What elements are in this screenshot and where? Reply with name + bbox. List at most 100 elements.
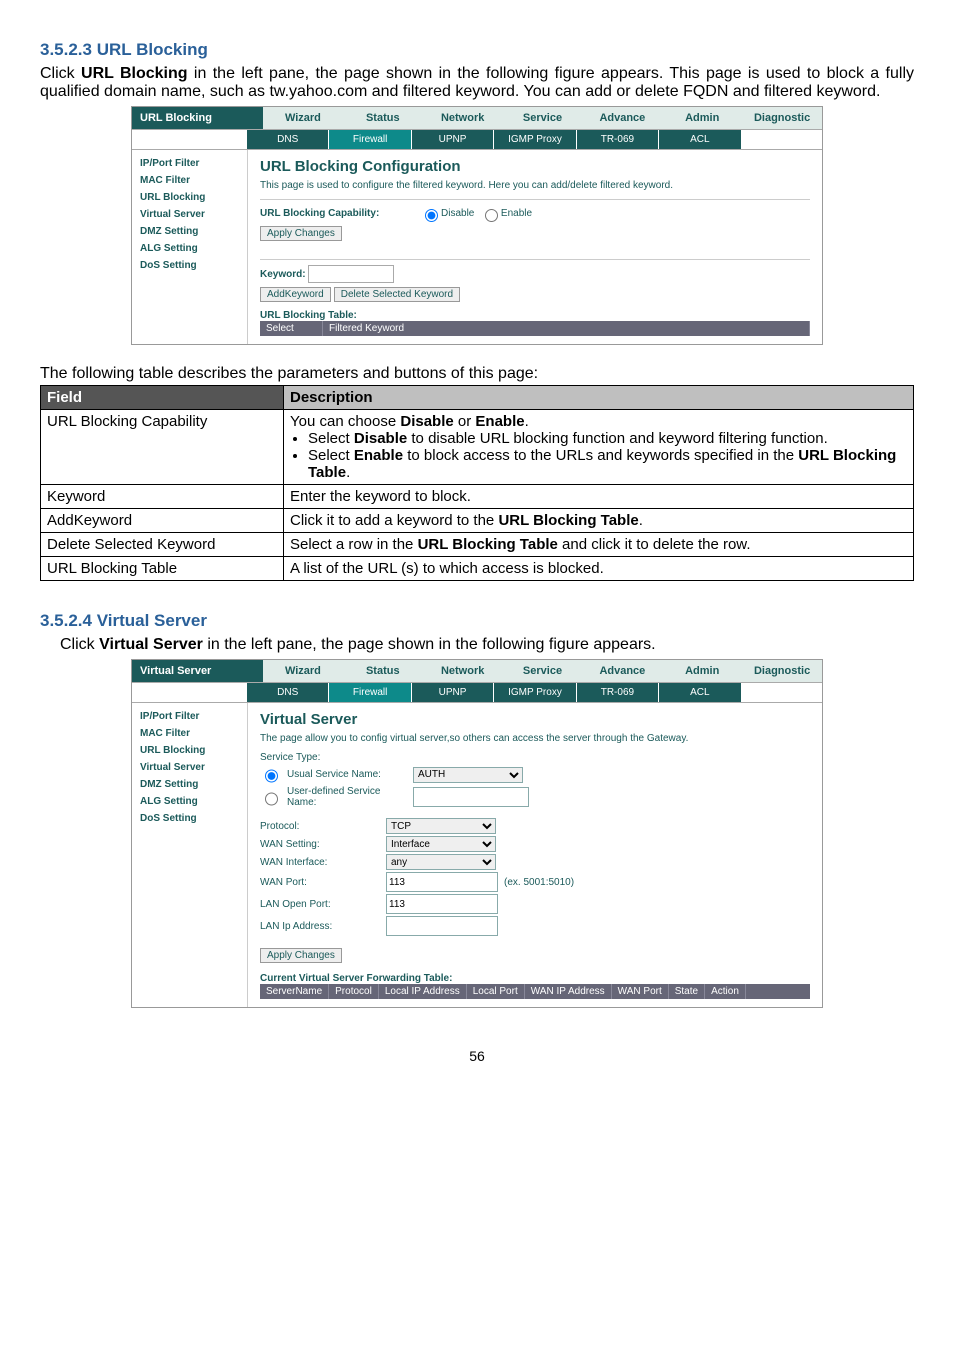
cell-field: Keyword — [41, 485, 284, 509]
tab-diagnostic[interactable]: Diagnostic — [742, 107, 822, 129]
subtab-tr069[interactable]: TR-069 — [577, 683, 659, 702]
url-blocking-table-label: URL Blocking Table: — [260, 310, 810, 321]
pane-desc-vs: The page allow you to config virtual ser… — [260, 733, 810, 744]
wan-port-note: (ex. 5001:5010) — [504, 877, 574, 888]
sub-tab-row: DNS Firewall UPNP IGMP Proxy TR-069 ACL — [132, 130, 822, 150]
tab-service[interactable]: Service — [503, 107, 583, 129]
tab-status[interactable]: Status — [343, 660, 423, 682]
section-heading-url-blocking: 3.5.2.3 URL Blocking — [40, 40, 914, 60]
sidebar-item-dos[interactable]: DoS Setting — [132, 810, 247, 827]
col-servername: ServerName — [260, 984, 329, 999]
pane-title-vs: Virtual Server — [260, 711, 810, 728]
cell-desc: You can choose Disable or Enable. Select… — [284, 410, 914, 485]
wan-setting-label: WAN Setting: — [260, 839, 380, 850]
side-nav: IP/Port Filter MAC Filter URL Blocking V… — [132, 150, 248, 344]
col-select: Select — [260, 321, 323, 336]
sidebar-item-urlblocking[interactable]: URL Blocking — [132, 189, 247, 206]
sidebar-item-macfilter[interactable]: MAC Filter — [132, 172, 247, 189]
tab-wizard[interactable]: Wizard — [263, 107, 343, 129]
page-number: 56 — [40, 1048, 914, 1064]
wan-interface-label: WAN Interface: — [260, 857, 380, 868]
sidebar-item-urlblocking[interactable]: URL Blocking — [132, 742, 247, 759]
sidebar-item-dos[interactable]: DoS Setting — [132, 257, 247, 274]
table-row: URL Blocking Table A list of the URL (s)… — [41, 557, 914, 581]
keyword-input[interactable] — [308, 265, 394, 283]
service-type-label: Service Type: — [260, 752, 810, 763]
user-defined-input[interactable] — [413, 787, 529, 807]
tab-admin[interactable]: Admin — [662, 660, 742, 682]
pane-header-vs: Virtual Server — [132, 660, 263, 682]
subtab-tr069[interactable]: TR-069 — [577, 130, 659, 149]
radio-enable-label: Enable — [501, 208, 532, 219]
wan-port-input[interactable] — [386, 872, 498, 892]
subtab-dns[interactable]: DNS — [247, 683, 329, 702]
col-protocol: Protocol — [329, 984, 379, 999]
user-defined-label: User-defined Service Name: — [287, 786, 407, 808]
wan-port-label: WAN Port: — [260, 877, 380, 888]
main-pane: URL Blocking Configuration This page is … — [248, 150, 822, 344]
radio-disable[interactable] — [425, 209, 438, 222]
sidebar-item-virtualserver[interactable]: Virtual Server — [132, 759, 247, 776]
sidebar-item-dmz[interactable]: DMZ Setting — [132, 776, 247, 793]
table-row: URL Blocking Capability You can choose D… — [41, 410, 914, 485]
section-para-url-blocking: Click URL Blocking in the left pane, the… — [40, 65, 914, 101]
radio-enable[interactable] — [485, 209, 498, 222]
side-nav-vs: IP/Port Filter MAC Filter URL Blocking V… — [132, 703, 248, 1007]
tab-diagnostic[interactable]: Diagnostic — [742, 660, 822, 682]
col-filtered-keyword: Filtered Keyword — [323, 321, 810, 336]
fwd-table-label: Current Virtual Server Forwarding Table: — [260, 973, 810, 984]
subtab-acl[interactable]: ACL — [659, 130, 740, 149]
sidebar-item-macfilter[interactable]: MAC Filter — [132, 725, 247, 742]
col-local-ip: Local IP Address — [379, 984, 467, 999]
sidebar-item-dmz[interactable]: DMZ Setting — [132, 223, 247, 240]
tab-advance[interactable]: Advance — [582, 660, 662, 682]
col-local-port: Local Port — [467, 984, 525, 999]
section-heading-virtual-server: 3.5.2.4 Virtual Server — [40, 611, 914, 631]
keyword-label: Keyword: — [260, 269, 306, 280]
tab-network[interactable]: Network — [423, 107, 503, 129]
wan-interface-select[interactable]: any — [386, 854, 496, 870]
sidebar-item-alg[interactable]: ALG Setting — [132, 793, 247, 810]
pane-title: URL Blocking Configuration — [260, 158, 810, 175]
delete-keyword-button[interactable]: Delete Selected Keyword — [334, 287, 460, 302]
tab-wizard[interactable]: Wizard — [263, 660, 343, 682]
subtab-acl[interactable]: ACL — [659, 683, 740, 702]
tab-admin[interactable]: Admin — [662, 107, 742, 129]
addkeyword-button[interactable]: AddKeyword — [260, 287, 331, 302]
apply-changes-button[interactable]: Apply Changes — [260, 226, 342, 241]
subtab-igmp[interactable]: IGMP Proxy — [494, 683, 576, 702]
subtab-upnp[interactable]: UPNP — [412, 683, 494, 702]
tab-status[interactable]: Status — [343, 107, 423, 129]
tab-network[interactable]: Network — [423, 660, 503, 682]
apply-changes-button-vs[interactable]: Apply Changes — [260, 948, 342, 963]
tab-advance[interactable]: Advance — [582, 107, 662, 129]
cell-field: AddKeyword — [41, 509, 284, 533]
protocol-select[interactable]: TCP — [386, 818, 496, 834]
col-state: State — [669, 984, 705, 999]
lan-open-port-input[interactable] — [386, 894, 498, 914]
sidebar-item-virtualserver[interactable]: Virtual Server — [132, 206, 247, 223]
pane-header: URL Blocking — [132, 107, 263, 129]
radio-disable-label: Disable — [441, 208, 474, 219]
tab-service[interactable]: Service — [503, 660, 583, 682]
sidebar-item-ipport[interactable]: IP/Port Filter — [132, 155, 247, 172]
cell-field: Delete Selected Keyword — [41, 533, 284, 557]
usual-service-select[interactable]: AUTH — [413, 767, 523, 783]
lan-ip-input[interactable] — [386, 916, 498, 936]
table-row: AddKeyword Click it to add a keyword to … — [41, 509, 914, 533]
radio-user-defined[interactable] — [265, 791, 278, 807]
subtab-firewall[interactable]: Firewall — [329, 683, 411, 702]
subtab-firewall[interactable]: Firewall — [329, 130, 411, 149]
subtab-dns[interactable]: DNS — [247, 130, 329, 149]
sidebar-item-ipport[interactable]: IP/Port Filter — [132, 708, 247, 725]
subtab-upnp[interactable]: UPNP — [412, 130, 494, 149]
fwd-table-header: ServerName Protocol Local IP Address Loc… — [260, 984, 810, 999]
sidebar-item-alg[interactable]: ALG Setting — [132, 240, 247, 257]
subtab-igmp[interactable]: IGMP Proxy — [494, 130, 576, 149]
wan-setting-select[interactable]: Interface — [386, 836, 496, 852]
th-field: Field — [41, 386, 284, 410]
radio-usual-service[interactable] — [265, 768, 278, 784]
cell-desc: Enter the keyword to block. — [284, 485, 914, 509]
usual-service-label: Usual Service Name: — [287, 769, 407, 780]
pane-desc: This page is used to configure the filte… — [260, 180, 810, 191]
